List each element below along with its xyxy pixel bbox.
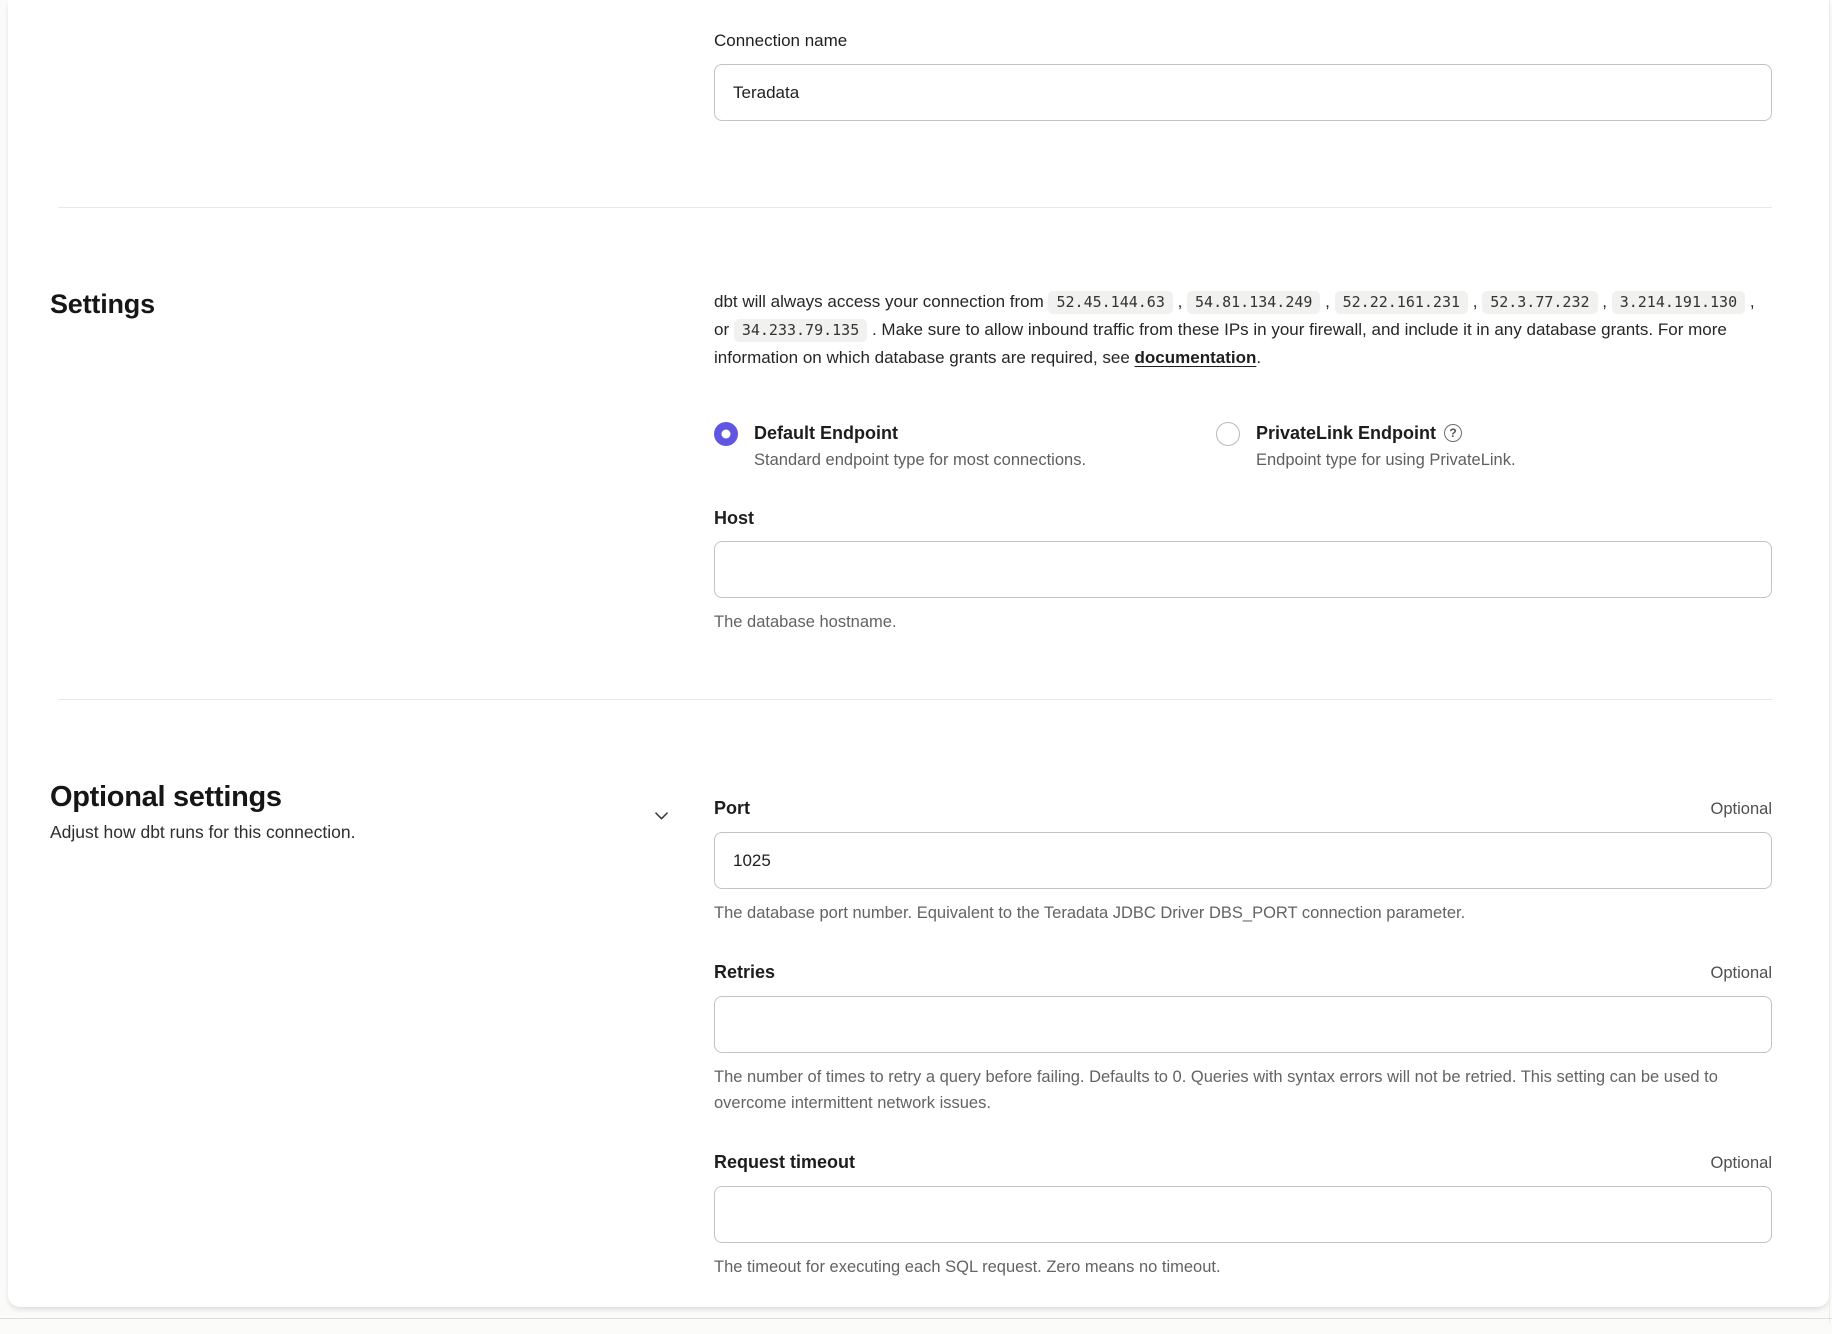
request-timeout-input[interactable]	[714, 1186, 1772, 1243]
connection-name-input[interactable]	[714, 64, 1772, 121]
host-helper-text: The database hostname.	[714, 609, 1772, 635]
ip-chip: 52.45.144.63	[1048, 291, 1172, 314]
settings-heading: Settings	[50, 288, 714, 320]
settings-section: Settings dbt will always access your con…	[8, 208, 1829, 699]
optional-settings-section: Optional settings Adjust how dbt runs fo…	[8, 700, 1829, 1334]
request-timeout-label: Request timeout	[714, 1150, 855, 1174]
optional-settings-heading: Optional settings	[50, 780, 714, 814]
connection-name-left-spacer	[50, 30, 714, 121]
retries-helper-text: The number of times to retry a query bef…	[714, 1064, 1772, 1116]
connection-name-section: Connection name	[8, 0, 1829, 207]
retries-input[interactable]	[714, 996, 1772, 1053]
collapse-section-button[interactable]	[648, 802, 674, 828]
ip-chip: 52.22.161.231	[1335, 291, 1468, 314]
port-field: Port Optional The database port number. …	[714, 796, 1772, 926]
ip-chip: 52.3.77.232	[1482, 291, 1597, 314]
host-field: Host The database hostname.	[714, 507, 1772, 635]
default-endpoint-label: Default Endpoint	[754, 423, 898, 443]
privatelink-endpoint-label: PrivateLink Endpoint	[1256, 423, 1436, 443]
documentation-link[interactable]: documentation	[1135, 348, 1257, 367]
ip-chip: 34.233.79.135	[734, 319, 867, 342]
optional-settings-subheading: Adjust how dbt runs for this connection.	[50, 820, 714, 844]
privatelink-endpoint-option[interactable]: PrivateLink Endpoint? Endpoint type for …	[1216, 421, 1516, 473]
chevron-down-icon	[652, 806, 671, 825]
host-label: Host	[714, 507, 1772, 529]
optional-badge: Optional	[1711, 800, 1772, 819]
ip-chip: 54.81.134.249	[1187, 291, 1320, 314]
ip-notice: dbt will always access your connection f…	[714, 288, 1772, 371]
radio-selected-icon[interactable]	[714, 422, 738, 446]
default-endpoint-description: Standard endpoint type for most connecti…	[754, 448, 1086, 473]
port-input[interactable]	[714, 832, 1772, 889]
optional-badge: Optional	[1711, 1154, 1772, 1173]
privatelink-endpoint-description: Endpoint type for using PrivateLink.	[1256, 448, 1516, 473]
retries-field: Retries Optional The number of times to …	[714, 960, 1772, 1116]
retries-label: Retries	[714, 960, 775, 984]
port-helper-text: The database port number. Equivalent to …	[714, 900, 1772, 926]
ip-chip: 3.214.191.130	[1612, 291, 1745, 314]
help-icon[interactable]: ?	[1444, 424, 1462, 442]
viewport-bottom-border	[0, 1318, 1832, 1319]
request-timeout-field: Request timeout Optional The timeout for…	[714, 1150, 1772, 1280]
host-input[interactable]	[714, 541, 1772, 598]
radio-unselected-icon[interactable]	[1216, 422, 1240, 446]
viewport-right-border	[1829, 0, 1830, 1324]
request-timeout-helper-text: The timeout for executing each SQL reque…	[714, 1254, 1772, 1280]
default-endpoint-option[interactable]: Default Endpoint Standard endpoint type …	[714, 421, 1216, 473]
endpoint-radio-group: Default Endpoint Standard endpoint type …	[714, 421, 1772, 473]
port-label: Port	[714, 796, 750, 820]
connection-name-label: Connection name	[714, 30, 1772, 52]
optional-badge: Optional	[1711, 964, 1772, 983]
connection-settings-card: Connection name Settings dbt will always…	[8, 0, 1829, 1307]
